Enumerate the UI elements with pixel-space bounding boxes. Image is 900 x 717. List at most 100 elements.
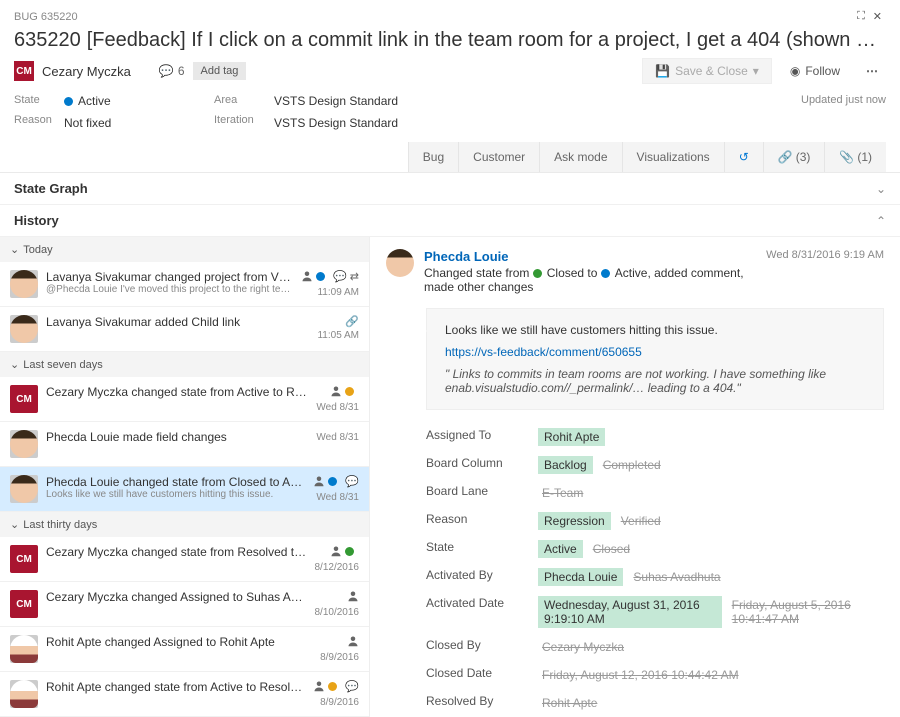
comment-text: Looks like we still have customers hitti… bbox=[445, 323, 865, 337]
history-item[interactable]: CM Cezary Myczka changed state from Acti… bbox=[0, 377, 369, 422]
tab-visualizations[interactable]: Visualizations bbox=[622, 142, 724, 172]
group-last-thirty-days[interactable]: ⌄Last thirty days bbox=[0, 512, 369, 537]
field-change-value: Wednesday, August 31, 2016 9:19:10 AM Fr… bbox=[538, 596, 884, 628]
link-icon: 🔗 bbox=[345, 315, 359, 328]
tab-attachments[interactable]: 📎(1) bbox=[824, 142, 886, 172]
updated-label: Updated just now bbox=[801, 94, 886, 130]
field-change-value: Regression Verified bbox=[538, 512, 884, 530]
detail-avatar bbox=[386, 249, 414, 277]
reason-label: Reason bbox=[14, 114, 64, 126]
old-value: Verified bbox=[617, 512, 665, 530]
history-item-subtext: Looks like we still have customers hitti… bbox=[46, 489, 305, 500]
save-close-button: 💾 Save & Close ▾ bbox=[642, 58, 772, 84]
area-value[interactable]: VSTS Design Standard bbox=[274, 94, 474, 108]
avatar bbox=[10, 475, 38, 503]
comment-count[interactable]: 💬 6 bbox=[159, 64, 185, 78]
history-item-time: 8/12/2016 bbox=[315, 562, 360, 573]
close-icon[interactable]: ✕ bbox=[869, 8, 886, 25]
follow-button[interactable]: ◉ Follow bbox=[780, 59, 850, 83]
add-tag-button[interactable]: Add tag bbox=[193, 62, 247, 80]
new-value: Rohit Apte bbox=[538, 428, 605, 446]
dot-green-icon bbox=[345, 545, 359, 560]
detail-author[interactable]: Phecda Louie bbox=[424, 249, 756, 264]
field-change-value: Rohit Apte bbox=[538, 428, 884, 446]
new-value: Phecda Louie bbox=[538, 568, 623, 586]
field-change-value: E-Team bbox=[538, 484, 884, 502]
field-change-label: Assigned To bbox=[426, 428, 526, 446]
area-label: Area bbox=[214, 94, 274, 106]
assignee-name[interactable]: Cezary Myczka bbox=[42, 64, 131, 79]
chevron-down-icon[interactable]: ⌄ bbox=[876, 182, 886, 196]
history-item[interactable]: Lavanya Sivakumar added Child link 🔗11:0… bbox=[0, 307, 369, 352]
group-last-seven-days[interactable]: ⌄Last seven days bbox=[0, 352, 369, 377]
group-today[interactable]: ⌄Today bbox=[0, 237, 369, 262]
chevron-down-icon: ⌄ bbox=[10, 518, 19, 531]
history-item-text: Cezary Myczka changed Assigned to Suhas … bbox=[46, 590, 307, 604]
tab-bug[interactable]: Bug bbox=[408, 142, 458, 172]
comment-icon: 💬 bbox=[159, 64, 174, 78]
tab-links[interactable]: 🔗(3) bbox=[763, 142, 825, 172]
history-detail: Phecda Louie Changed state from Closed t… bbox=[370, 237, 900, 717]
comment-icon: 💬 bbox=[345, 680, 359, 695]
dot-orange-icon bbox=[345, 385, 359, 400]
section-history[interactable]: History bbox=[14, 213, 59, 228]
field-change-label: Closed Date bbox=[426, 666, 526, 684]
history-item-time: 11:09 AM bbox=[317, 287, 359, 298]
history-item[interactable]: Phecda Louie changed state from Closed t… bbox=[0, 467, 369, 512]
comment-link[interactable]: https://vs-feedback/comment/650655 bbox=[445, 345, 865, 359]
tab-customer[interactable]: Customer bbox=[458, 142, 539, 172]
history-item[interactable]: Lavanya Sivakumar changed project from V… bbox=[0, 262, 369, 307]
dot-blue-icon bbox=[328, 475, 342, 490]
history-item-text: Rohit Apte changed state from Active to … bbox=[46, 680, 305, 694]
new-value: Regression bbox=[538, 512, 611, 530]
chevron-down-icon: ⌄ bbox=[10, 358, 19, 371]
chevron-up-icon[interactable]: ⌃ bbox=[876, 214, 886, 228]
iteration-label: Iteration bbox=[214, 114, 274, 126]
reason-value[interactable]: Not fixed bbox=[64, 116, 214, 130]
person-icon bbox=[330, 385, 342, 400]
work-item-title[interactable]: [Feedback] If I click on a commit link i… bbox=[87, 29, 886, 52]
assignee-avatar[interactable]: CM bbox=[14, 61, 34, 81]
new-value: Backlog bbox=[538, 456, 593, 474]
old-value: Closed bbox=[589, 540, 634, 558]
person-icon bbox=[313, 475, 325, 490]
field-change-value: Active Closed bbox=[538, 540, 884, 558]
move-icon: ⇄ bbox=[350, 270, 359, 285]
section-state-graph[interactable]: State Graph bbox=[14, 181, 88, 196]
history-list: ⌄Today Lavanya Sivakumar changed project… bbox=[0, 237, 370, 717]
history-item-time: Wed 8/31 bbox=[316, 402, 359, 413]
field-change-label: Board Lane bbox=[426, 484, 526, 502]
history-item-text: Phecda Louie made field changes bbox=[46, 430, 308, 444]
link-icon: 🔗 bbox=[778, 150, 793, 164]
avatar bbox=[10, 270, 38, 298]
state-label: State bbox=[14, 94, 64, 106]
field-change-value: Backlog Completed bbox=[538, 456, 884, 474]
save-icon: 💾 bbox=[655, 64, 670, 78]
tab-ask-mode[interactable]: Ask mode bbox=[539, 142, 621, 172]
fullscreen-icon[interactable]: ⛶ bbox=[853, 8, 869, 25]
history-item[interactable]: Phecda Louie made field changes Wed 8/31 bbox=[0, 422, 369, 467]
field-change-label: Activated Date bbox=[426, 596, 526, 628]
history-item-text: Rohit Apte changed Assigned to Rohit Apt… bbox=[46, 635, 312, 649]
old-value: Rohit Apte bbox=[538, 694, 601, 712]
state-value[interactable]: Active bbox=[64, 94, 214, 108]
history-item-text: Lavanya Sivakumar added Child link bbox=[46, 315, 309, 329]
avatar: CM bbox=[10, 385, 38, 413]
old-value: Completed bbox=[599, 456, 665, 474]
history-item[interactable]: Rohit Apte changed Assigned to Rohit Apt… bbox=[0, 627, 369, 672]
history-icon: ↺ bbox=[739, 150, 749, 164]
history-item[interactable]: CM Cezary Myczka changed Assigned to Suh… bbox=[0, 582, 369, 627]
more-actions-button[interactable]: ⋯ bbox=[858, 59, 886, 83]
comment-box: Looks like we still have customers hitti… bbox=[426, 308, 884, 410]
tab-history[interactable]: ↺ bbox=[724, 142, 763, 172]
field-change-value: Rohit Apte bbox=[538, 694, 884, 712]
dot-blue-icon bbox=[316, 270, 330, 285]
avatar bbox=[10, 315, 38, 343]
person-icon bbox=[347, 590, 359, 605]
history-item[interactable]: Rohit Apte changed state from Active to … bbox=[0, 672, 369, 717]
field-change-value: Phecda Louie Suhas Avadhuta bbox=[538, 568, 884, 586]
history-item-text: Lavanya Sivakumar changed project from V… bbox=[46, 270, 293, 284]
history-item[interactable]: CM Cezary Myczka changed state from Reso… bbox=[0, 537, 369, 582]
new-value: Wednesday, August 31, 2016 9:19:10 AM bbox=[538, 596, 722, 628]
iteration-value[interactable]: VSTS Design Standard bbox=[274, 116, 474, 130]
